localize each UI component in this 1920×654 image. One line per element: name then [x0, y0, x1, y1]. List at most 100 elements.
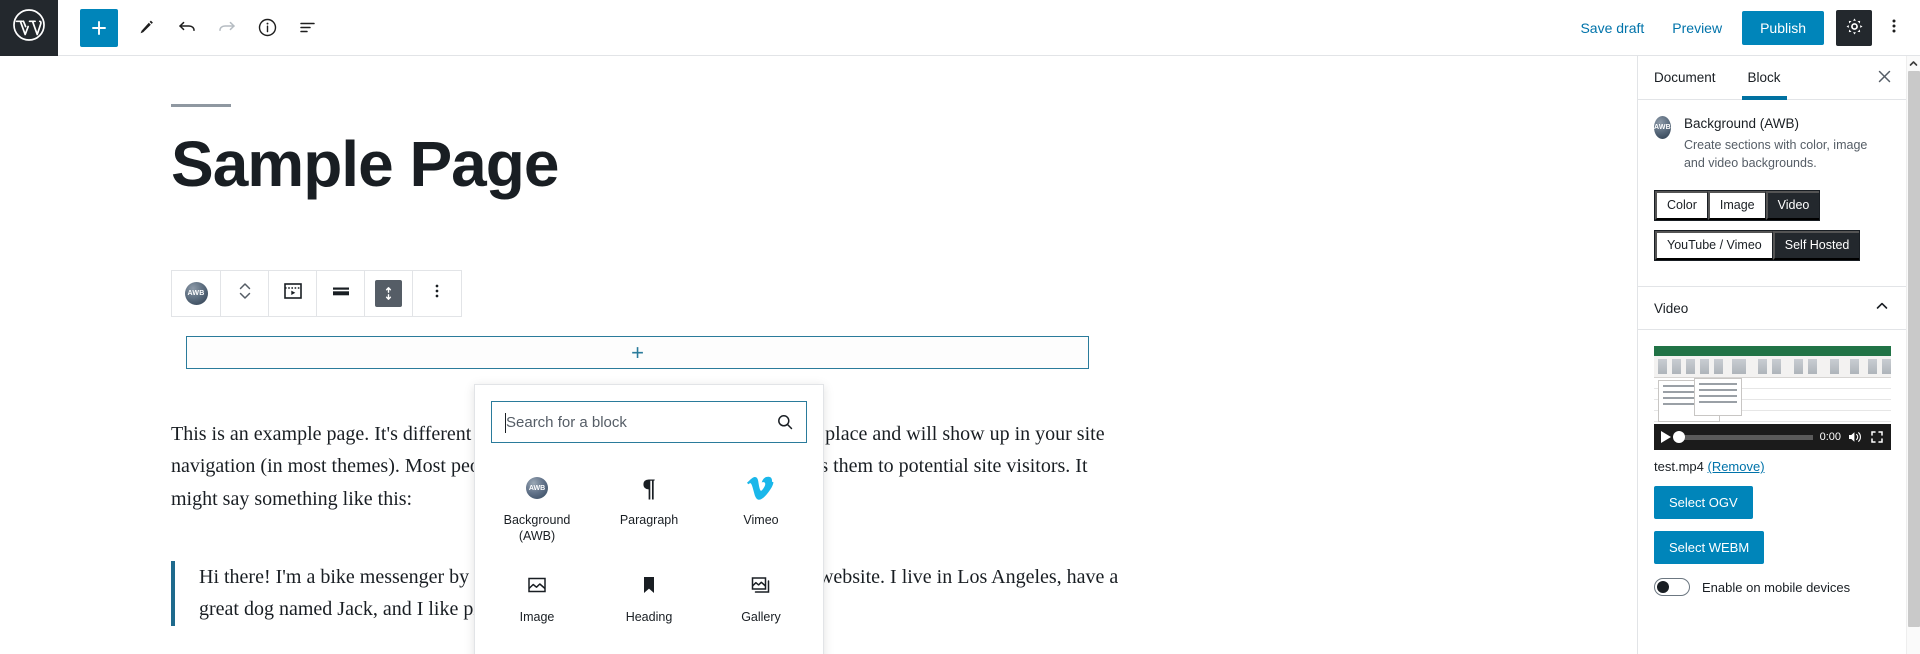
scrollbar-thumb[interactable]: [1908, 71, 1920, 627]
background-type-segmented-control: Color Image Video: [1654, 190, 1821, 222]
add-block-button[interactable]: [80, 8, 118, 47]
more-tools-button[interactable]: [1876, 10, 1912, 46]
search-input[interactable]: [492, 402, 806, 442]
publish-button[interactable]: Publish: [1742, 10, 1824, 45]
content-info-button[interactable]: [248, 9, 286, 47]
video-controls: 0:00: [1654, 424, 1891, 450]
top-bar-left-tools: [58, 8, 326, 47]
enable-on-mobile-toggle[interactable]: [1654, 578, 1690, 596]
video-panel-header[interactable]: Video: [1638, 286, 1906, 330]
video-source-segmented-control: YouTube / Vimeo Self Hosted: [1654, 230, 1861, 261]
block-label: Paragraph: [619, 513, 679, 527]
video-file-row: test.mp4 (Remove): [1638, 450, 1906, 474]
edit-mode-button[interactable]: [128, 9, 166, 47]
inserter-block-image[interactable]: Image: [481, 560, 593, 636]
progress-knob[interactable]: [1673, 431, 1685, 443]
editor-canvas: Sample Page AWB + This is an example pag…: [0, 56, 1637, 654]
page-title[interactable]: Sample Page: [171, 128, 1271, 201]
select-webm-button[interactable]: Select WEBM: [1654, 531, 1765, 564]
editor-content-column: Sample Page: [171, 56, 1271, 201]
block-label: Vimeo: [743, 513, 779, 527]
wordpress-logo-icon: [12, 8, 46, 47]
sidebar-tabs: Document Block: [1638, 56, 1906, 100]
vertical-align-icon: [375, 280, 402, 307]
block-navigation-button[interactable]: [288, 9, 326, 47]
inserter-block-gallery[interactable]: Gallery: [705, 560, 817, 636]
sidebar-block-card: AWB Background (AWB) Create sections wit…: [1638, 100, 1906, 190]
inserter-block-heading[interactable]: Heading: [593, 560, 705, 636]
block-type-button[interactable]: AWB: [172, 271, 221, 316]
info-circle-icon: [257, 17, 278, 38]
redo-arrow-icon: [216, 17, 238, 39]
fullscreen-icon[interactable]: [1870, 430, 1884, 444]
redo-button[interactable]: [208, 9, 246, 47]
title-divider-rule: [171, 104, 231, 107]
video-frame-button[interactable]: [269, 271, 317, 316]
vertical-align-button[interactable]: [365, 271, 413, 316]
tab-block[interactable]: Block: [1732, 56, 1797, 100]
segment-self-hosted[interactable]: Self Hosted: [1772, 231, 1860, 260]
thumbnail-submenu: [1694, 378, 1742, 416]
move-block-button[interactable]: [221, 271, 269, 316]
block-appender[interactable]: +: [186, 336, 1089, 369]
block-toolbar: AWB: [171, 270, 462, 317]
magnifier-icon: [776, 413, 794, 431]
volume-icon[interactable]: [1848, 430, 1863, 444]
align-full-width-icon: [330, 280, 352, 307]
inserter-block-grid: AWB Background (AWB) ¶ Paragraph Vimeo I…: [475, 449, 823, 636]
inserter-block-vimeo[interactable]: Vimeo: [705, 463, 817, 554]
video-preview-player[interactable]: 0:00: [1654, 346, 1891, 450]
remove-video-link[interactable]: (Remove): [1707, 459, 1764, 474]
block-title: Background (AWB): [1683, 116, 1799, 131]
awb-background-icon: AWB: [526, 473, 548, 503]
block-more-options-button[interactable]: [413, 271, 461, 316]
wordpress-logo-button[interactable]: [0, 0, 58, 56]
plus-icon: [89, 18, 109, 38]
block-label: Heading: [625, 610, 673, 625]
vimeo-logo-icon: [747, 473, 775, 503]
thumbnail-ribbon: [1654, 356, 1891, 378]
play-icon[interactable]: [1661, 431, 1671, 443]
segment-youtube-vimeo[interactable]: YouTube / Vimeo: [1655, 231, 1773, 260]
close-x-icon: [1877, 69, 1892, 87]
segment-video[interactable]: Video: [1765, 191, 1820, 221]
sidebar-block-text: Background (AWB) Create sections with co…: [1684, 116, 1890, 172]
page-scrollbar[interactable]: [1906, 56, 1920, 654]
awb-background-icon: AWB: [184, 282, 208, 305]
inserter-search-wrapper: [475, 385, 823, 449]
align-full-width-button[interactable]: [317, 271, 365, 316]
gear-icon: [1845, 17, 1864, 39]
editor-settings-sidebar: Document Block AWB Background (AWB) Crea…: [1637, 56, 1906, 654]
video-thumbnail: [1654, 346, 1891, 444]
pencil-icon: [137, 18, 157, 38]
preview-button[interactable]: Preview: [1658, 14, 1736, 42]
block-label: Gallery: [741, 610, 781, 625]
thumbnail-titlebar: [1654, 346, 1891, 356]
inserter-block-background-awb[interactable]: AWB Background (AWB): [481, 463, 593, 554]
save-draft-button[interactable]: Save draft: [1566, 14, 1658, 42]
select-ogv-button[interactable]: Select OGV: [1654, 486, 1753, 519]
inserter-block-paragraph[interactable]: ¶ Paragraph: [593, 463, 705, 554]
vertical-dots-icon: [1885, 17, 1903, 38]
toggle-knob: [1657, 581, 1669, 593]
tab-document[interactable]: Document: [1638, 56, 1732, 99]
video-progress-slider[interactable]: [1673, 431, 1813, 443]
block-description: Create sections with color, image and vi…: [1683, 138, 1868, 171]
plus-icon: +: [631, 339, 644, 365]
inserter-search-field[interactable]: [491, 401, 807, 443]
top-bar-right-tools: Save draft Preview Publish: [1566, 9, 1920, 46]
background-type-controls: Color Image Video YouTube / Vimeo Self H…: [1638, 190, 1906, 286]
close-sidebar-button[interactable]: [1862, 56, 1906, 99]
segment-color[interactable]: Color: [1655, 191, 1708, 221]
undo-button[interactable]: [168, 9, 206, 47]
video-panel-title: Video: [1654, 300, 1689, 316]
undo-arrow-icon: [176, 17, 198, 39]
settings-toggle-button[interactable]: [1836, 9, 1872, 46]
segment-image[interactable]: Image: [1707, 191, 1766, 221]
block-inserter-popover: AWB Background (AWB) ¶ Paragraph Vimeo: [474, 384, 824, 654]
scroll-up-button[interactable]: [1907, 56, 1920, 71]
chevron-up-icon: [1874, 298, 1890, 319]
pilcrow-icon: ¶: [642, 474, 656, 502]
move-up-down-icon: [236, 278, 254, 309]
list-view-icon: [297, 17, 318, 38]
